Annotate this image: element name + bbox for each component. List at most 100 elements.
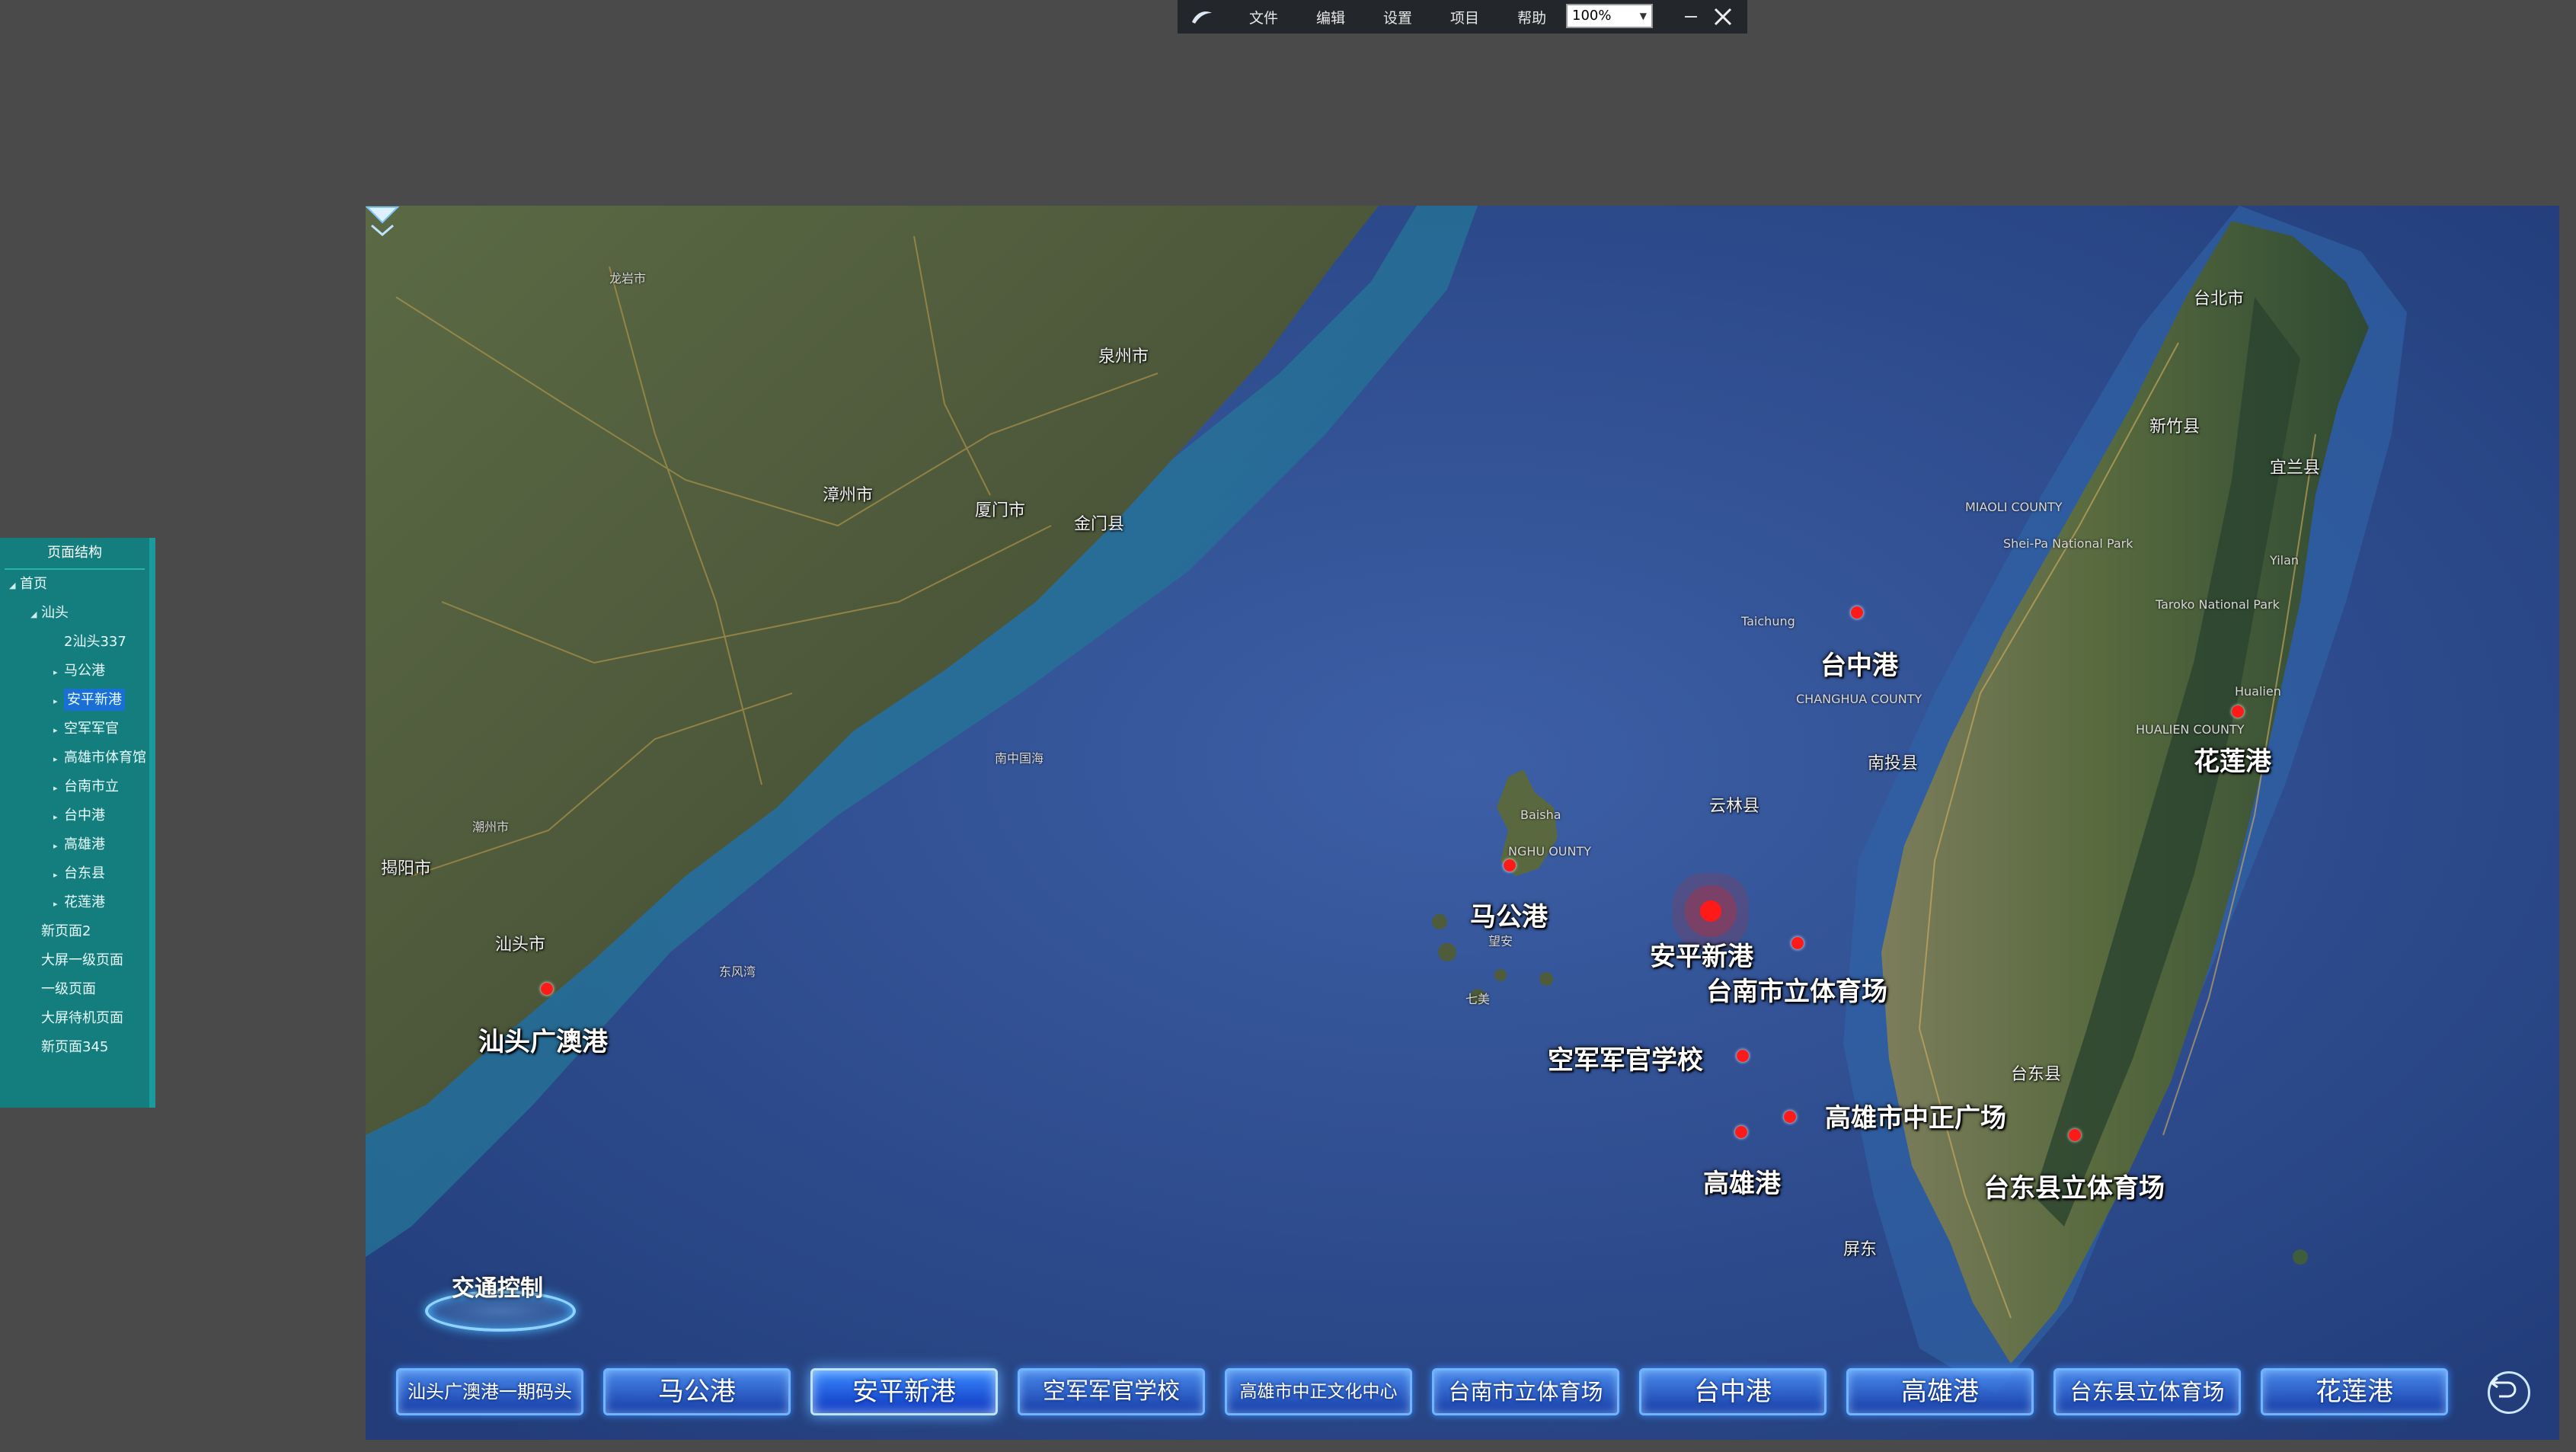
port-label-taitung-stadium[interactable]: 台东县立体育场 — [1983, 1167, 2165, 1204]
bottom-nav: 汕头广澳港一期码头 马公港 安平新港 空军军官学校 高雄市中正文化中心 台南市立… — [366, 1368, 2559, 1422]
nav-btn-taitung-stadium[interactable]: 台东县立体育场 — [2053, 1368, 2241, 1415]
tree-item-label: 台南市立 — [64, 779, 119, 795]
port-label-shantou[interactable]: 汕头广澳港 — [478, 1021, 608, 1058]
back-button[interactable] — [2488, 1371, 2530, 1414]
nav-btn-shantou[interactable]: 汕头广澳港一期码头 — [396, 1368, 583, 1415]
city-label: 厦门市 — [975, 501, 1026, 520]
menu-edit[interactable]: 编辑 — [1316, 7, 1345, 27]
port-label-hualien[interactable]: 花莲港 — [2194, 740, 2271, 778]
port-label-tainan-stadium[interactable]: 台南市立体育场 — [1706, 971, 1887, 1008]
collapsed-triangle-icon[interactable]: ▸ — [53, 890, 64, 919]
tree-item-label: 大屏一级页面 — [41, 952, 123, 968]
tree-item[interactable]: ▸ 安平新港 — [53, 686, 125, 715]
port-label-kaohsiung-square[interactable]: 高雄市中正广场 — [1825, 1097, 2006, 1134]
tree-item[interactable]: ▸ 花莲港 — [53, 888, 105, 917]
tree-item[interactable]: ▸ 台东县 — [53, 859, 105, 888]
nav-btn-taichung[interactable]: 台中港 — [1639, 1368, 1827, 1415]
tree-item[interactable]: ▸ 台南市立 — [53, 772, 119, 801]
tree-item-label: 空军军官 — [64, 721, 119, 737]
tree-item-label: 马公港 — [64, 663, 105, 679]
nav-btn-kaohsiung-port[interactable]: 高雄港 — [1846, 1368, 2034, 1415]
port-marker[interactable] — [1504, 859, 1516, 872]
tree-item[interactable]: 大屏一级页面 — [30, 946, 123, 975]
minimize-button[interactable] — [1677, 3, 1705, 30]
collapsed-triangle-icon[interactable]: ▸ — [53, 745, 64, 774]
port-label-anping[interactable]: 安平新港 — [1650, 935, 1753, 973]
tree-item[interactable]: ▸ 高雄市体育馆 — [53, 744, 146, 772]
place-label: Taichung — [1741, 614, 1795, 628]
collapsed-triangle-icon[interactable]: ▸ — [53, 716, 64, 745]
port-marker[interactable] — [2069, 1129, 2081, 1141]
zoom-select[interactable]: 100% ▼ — [1566, 4, 1653, 28]
city-label: 宜兰县 — [2270, 459, 2321, 478]
collapsed-triangle-icon[interactable]: ▸ — [53, 658, 64, 687]
tree-item-label: 2汕头337 — [64, 634, 126, 650]
place-label: Shei-Pa National Park — [2003, 536, 2133, 551]
chevron-down-icon — [366, 206, 399, 236]
zoom-value: 100% — [1572, 8, 1612, 24]
collapsed-triangle-icon[interactable]: ▸ — [53, 774, 64, 803]
tree-item[interactable]: ◢ 首页 — [9, 570, 47, 599]
port-label-kaohsiung-port[interactable]: 高雄港 — [1703, 1163, 1781, 1200]
traffic-control-button[interactable]: 交通控制 — [425, 1269, 576, 1332]
port-marker[interactable] — [1735, 1126, 1747, 1138]
tree-item[interactable]: ◢ 汕头 — [30, 599, 69, 628]
tree-item[interactable]: 2汕头337 — [53, 628, 126, 657]
port-marker[interactable] — [1737, 1050, 1749, 1062]
city-label: 屏东 — [1843, 1240, 1878, 1259]
menu-help[interactable]: 帮助 — [1517, 7, 1546, 27]
collapsed-triangle-icon[interactable]: ▸ — [53, 861, 64, 890]
collapsed-triangle-icon[interactable]: ▸ — [53, 687, 64, 716]
place-label: 南中国海 — [995, 751, 1044, 766]
expanded-triangle-icon[interactable]: ◢ — [9, 571, 20, 600]
city-label: 漳州市 — [823, 486, 874, 505]
port-label-taichung[interactable]: 台中港 — [1820, 644, 1898, 682]
tree-item[interactable]: ▸ 马公港 — [53, 657, 105, 686]
menu-project[interactable]: 项目 — [1450, 7, 1479, 27]
close-button[interactable] — [1709, 3, 1737, 30]
minimize-icon — [1685, 16, 1697, 18]
tree-item-label: 高雄港 — [64, 836, 105, 852]
port-marker-active[interactable] — [1700, 900, 1721, 922]
tree-item[interactable]: 新页面345 — [30, 1033, 108, 1062]
expanded-triangle-icon[interactable]: ◢ — [30, 600, 41, 629]
place-label: NGHU OUNTY — [1508, 844, 1592, 859]
place-label: 龙岩市 — [609, 271, 647, 286]
city-label: 云林县 — [1709, 797, 1760, 816]
map-view[interactable]: 泉州市 漳州市 厦门市 金门县 揭阳市 汕头市 台北市 新竹县 宜兰县 云林县 … — [366, 206, 2559, 1440]
tree-item[interactable]: 新页面2 — [30, 917, 91, 946]
tree-item-label: 高雄市体育馆 — [64, 750, 146, 766]
page-structure-panel: 页面结构 ◢ 首页 ◢ 汕头 2汕头337 ▸ 马公港 ▸ 安平新港 ▸ 空军军官 ▸ 高雄市体育馆 ▸ 台… — [0, 538, 155, 1108]
place-label: MIAOLI COUNTY — [1965, 500, 2063, 514]
port-marker[interactable] — [541, 983, 553, 995]
city-label: 金门县 — [1074, 515, 1125, 534]
place-label: HUALIEN COUNTY — [2136, 722, 2245, 737]
collapsed-triangle-icon[interactable]: ▸ — [53, 832, 64, 861]
port-label-airforce-academy[interactable]: 空军军官学校 — [1548, 1039, 1703, 1076]
tree-item[interactable]: 一级页面 — [30, 975, 96, 1004]
port-marker[interactable] — [2232, 705, 2244, 718]
port-marker[interactable] — [1784, 1111, 1796, 1123]
tree-item[interactable]: ▸ 高雄港 — [53, 830, 105, 859]
menu-settings[interactable]: 设置 — [1383, 7, 1412, 27]
nav-btn-kaohsiung-cultural-center[interactable]: 高雄市中正文化中心 — [1225, 1368, 1412, 1415]
city-label: 汕头市 — [495, 935, 546, 955]
tree-item[interactable]: ▸ 空军军官 — [53, 715, 119, 744]
tree-item[interactable]: ▸ 台中港 — [53, 801, 105, 830]
back-arrow-icon — [2490, 1377, 2517, 1398]
port-label-magong[interactable]: 马公港 — [1470, 896, 1548, 933]
port-marker[interactable] — [1851, 606, 1863, 619]
nav-btn-magong[interactable]: 马公港 — [603, 1368, 791, 1415]
tree-item[interactable]: 大屏待机页面 — [30, 1004, 123, 1033]
collapsed-triangle-icon[interactable]: ▸ — [53, 803, 64, 832]
tree-item-label: 台中港 — [64, 808, 105, 824]
nav-btn-airforce-academy[interactable]: 空军军官学校 — [1018, 1368, 1205, 1415]
menu-file[interactable]: 文件 — [1249, 7, 1278, 27]
nav-btn-anping[interactable]: 安平新港 — [810, 1368, 998, 1415]
nav-btn-hualien[interactable]: 花莲港 — [2261, 1368, 2448, 1415]
city-label: 台东县 — [2011, 1065, 2062, 1084]
close-icon — [1714, 8, 1732, 26]
port-marker[interactable] — [1791, 937, 1804, 949]
nav-btn-tainan-stadium[interactable]: 台南市立体育场 — [1432, 1368, 1619, 1415]
tree-item-label: 新页面2 — [41, 923, 91, 939]
